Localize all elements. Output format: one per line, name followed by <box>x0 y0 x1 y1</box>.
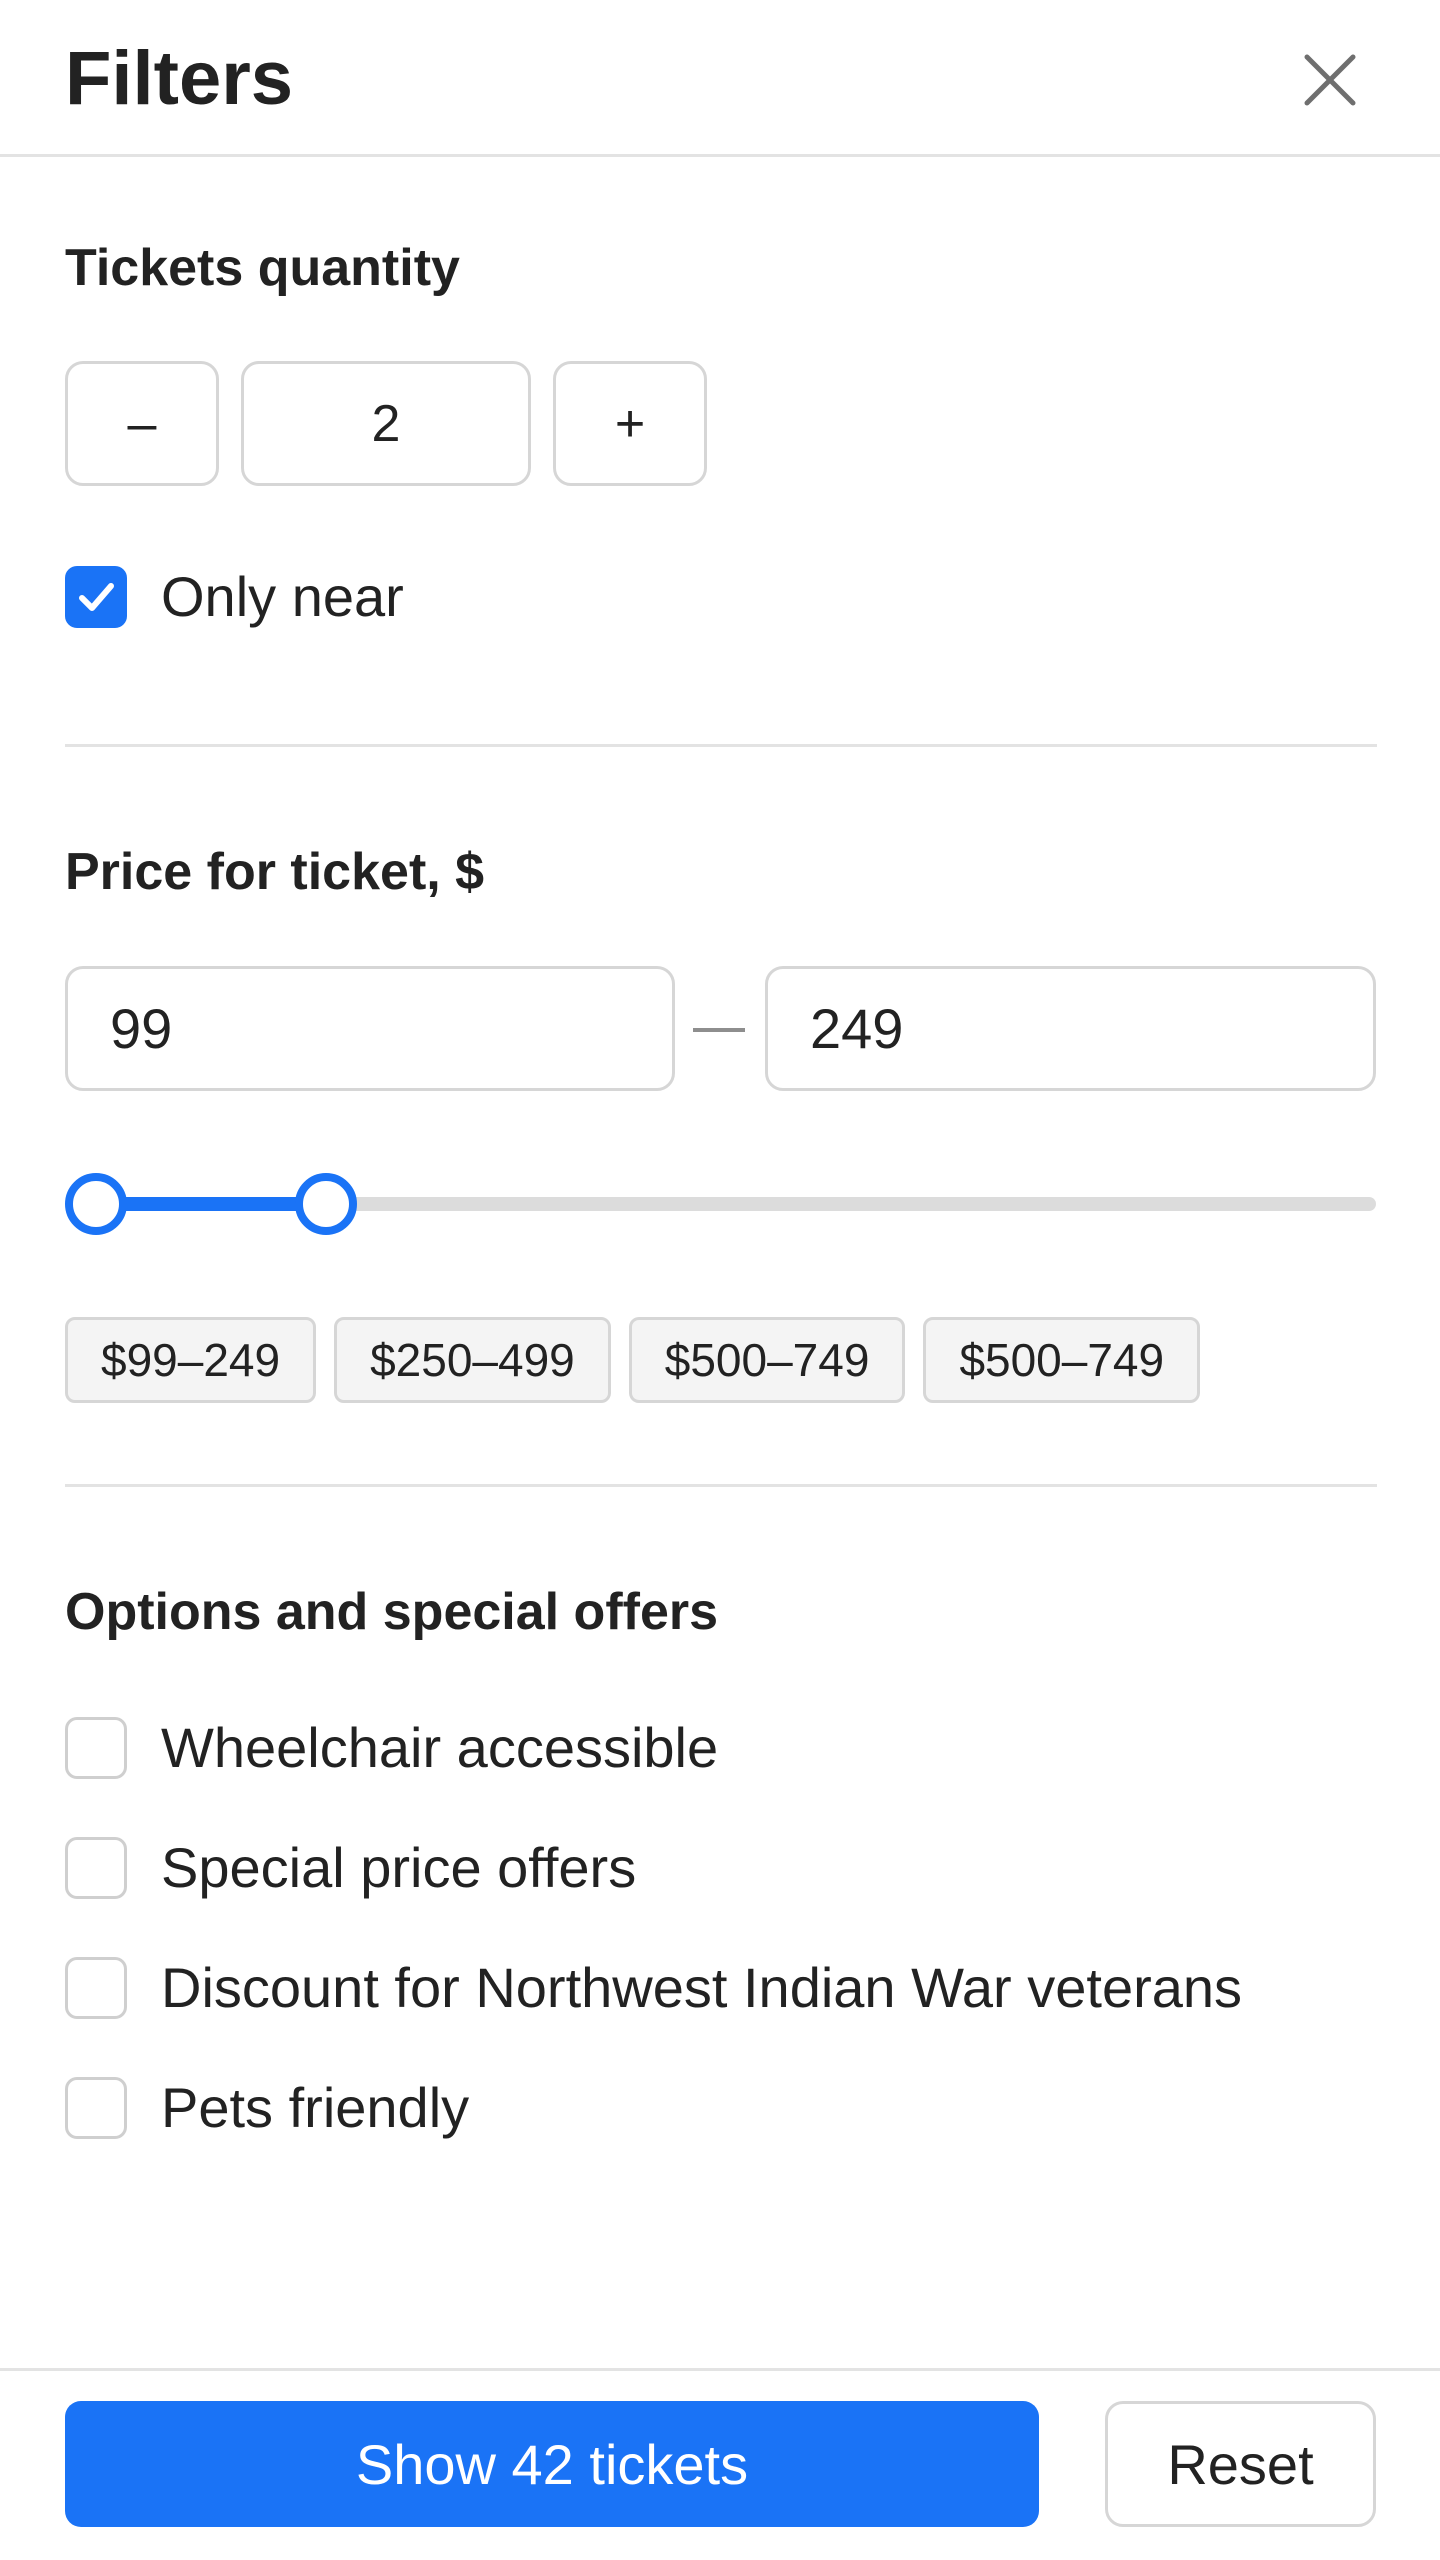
price-chip[interactable]: $500–749 <box>923 1317 1201 1403</box>
reset-button[interactable]: Reset <box>1105 2401 1376 2527</box>
option-item-pets-friendly[interactable]: Pets friendly <box>65 2076 469 2140</box>
pets-friendly-checkbox[interactable] <box>65 2077 127 2139</box>
special-price-checkbox[interactable] <box>65 1837 127 1899</box>
wheelchair-checkbox[interactable] <box>65 1717 127 1779</box>
price-chip[interactable]: $500–749 <box>628 1317 906 1403</box>
show-tickets-button[interactable]: Show 42 tickets <box>65 2401 1039 2527</box>
range-dash <box>693 1028 745 1032</box>
section-divider <box>65 1484 1377 1487</box>
close-button[interactable] <box>1295 45 1365 115</box>
options-title: Options and special offers <box>65 1583 719 1641</box>
close-icon[interactable] <box>1295 45 1365 115</box>
price-presets: $99–249 $250–499 $500–749 $500–749 <box>65 1317 1218 1403</box>
option-label: Wheelchair accessible <box>161 1716 719 1779</box>
quantity-value-field[interactable]: 2 <box>241 361 531 486</box>
price-chip[interactable]: $250–499 <box>334 1317 611 1403</box>
price-title: Price for ticket, $ <box>65 843 485 901</box>
tickets-quantity-title: Tickets quantity <box>65 239 460 297</box>
option-item-veterans-discount[interactable]: Discount for Northwest Indian War vetera… <box>65 1956 1242 2020</box>
option-label: Discount for Northwest Indian War vetera… <box>161 1956 1243 2019</box>
price-slider-min-thumb[interactable] <box>65 1173 127 1235</box>
price-max-input[interactable]: 249 <box>765 966 1376 1091</box>
checkmark-icon <box>79 583 114 611</box>
option-item-special-price[interactable]: Special price offers <box>65 1836 636 1900</box>
option-label: Special price offers <box>161 1836 637 1899</box>
price-min-input[interactable]: 99 <box>65 966 675 1091</box>
price-chip[interactable]: $99–249 <box>65 1317 317 1403</box>
option-item-wheelchair[interactable]: Wheelchair accessible <box>65 1716 718 1780</box>
only-near-checkbox[interactable] <box>65 566 127 628</box>
section-divider <box>65 744 1377 747</box>
only-near-option[interactable]: Only near <box>65 565 404 629</box>
option-label: Pets friendly <box>161 2076 470 2139</box>
increment-button[interactable]: + <box>553 361 707 486</box>
veterans-discount-checkbox[interactable] <box>65 1957 127 2019</box>
filters-header: Filters <box>0 0 1440 157</box>
decrement-button[interactable]: – <box>65 361 219 486</box>
price-slider-fill <box>96 1197 327 1211</box>
price-slider-max-thumb[interactable] <box>295 1173 358 1235</box>
only-near-label: Only near <box>161 565 404 628</box>
page-title: Filters <box>65 36 294 121</box>
